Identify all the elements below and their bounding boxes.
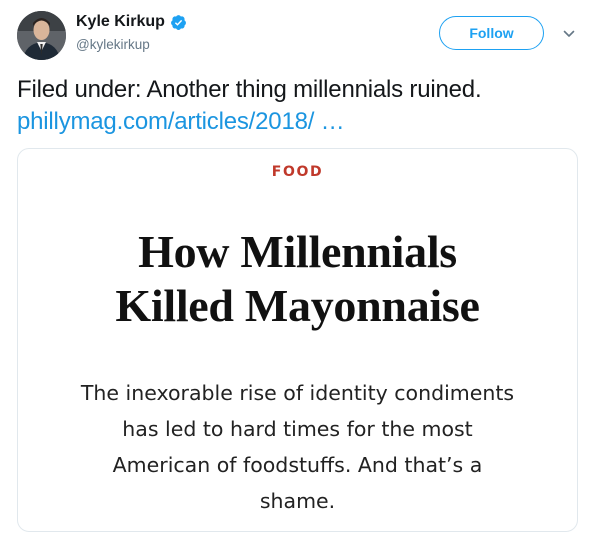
avatar-image (17, 11, 66, 60)
card-category: FOOD (271, 164, 324, 180)
card-headline: How Millennials Killed Mayonnaise (18, 225, 577, 333)
card-deck-line: has led to hard times for the most (122, 417, 473, 441)
card-deck: The inexorable rise of identity condimen… (38, 375, 557, 519)
verified-badge-icon (170, 14, 187, 31)
author-display-name[interactable]: Kyle Kirkup (76, 13, 165, 31)
author-name-row[interactable]: Kyle Kirkup (76, 13, 187, 31)
link-preview-card[interactable]: FOOD How Millennials Killed Mayonnaise T… (17, 148, 578, 532)
card-deck-line: American of foodstuffs. And that’s a (112, 453, 483, 477)
author-handle[interactable]: @kylekirkup (76, 37, 150, 52)
chevron-down-icon[interactable] (563, 26, 575, 37)
tweet: Kyle Kirkup @kylekirkup Follow Filed und… (0, 0, 600, 543)
card-headline-line: How Millennials (138, 226, 457, 277)
tweet-text: Filed under: Another thing millennials r… (17, 76, 482, 103)
card-deck-line: The inexorable rise of identity condimen… (80, 381, 515, 405)
card-deck-line: shame. (259, 489, 336, 513)
follow-button[interactable]: Follow (439, 16, 544, 50)
card-headline-line: Killed Mayonnaise (115, 280, 480, 331)
avatar[interactable] (17, 11, 66, 60)
tweet-link[interactable]: phillymag.com/articles/2018/ … (17, 107, 345, 137)
